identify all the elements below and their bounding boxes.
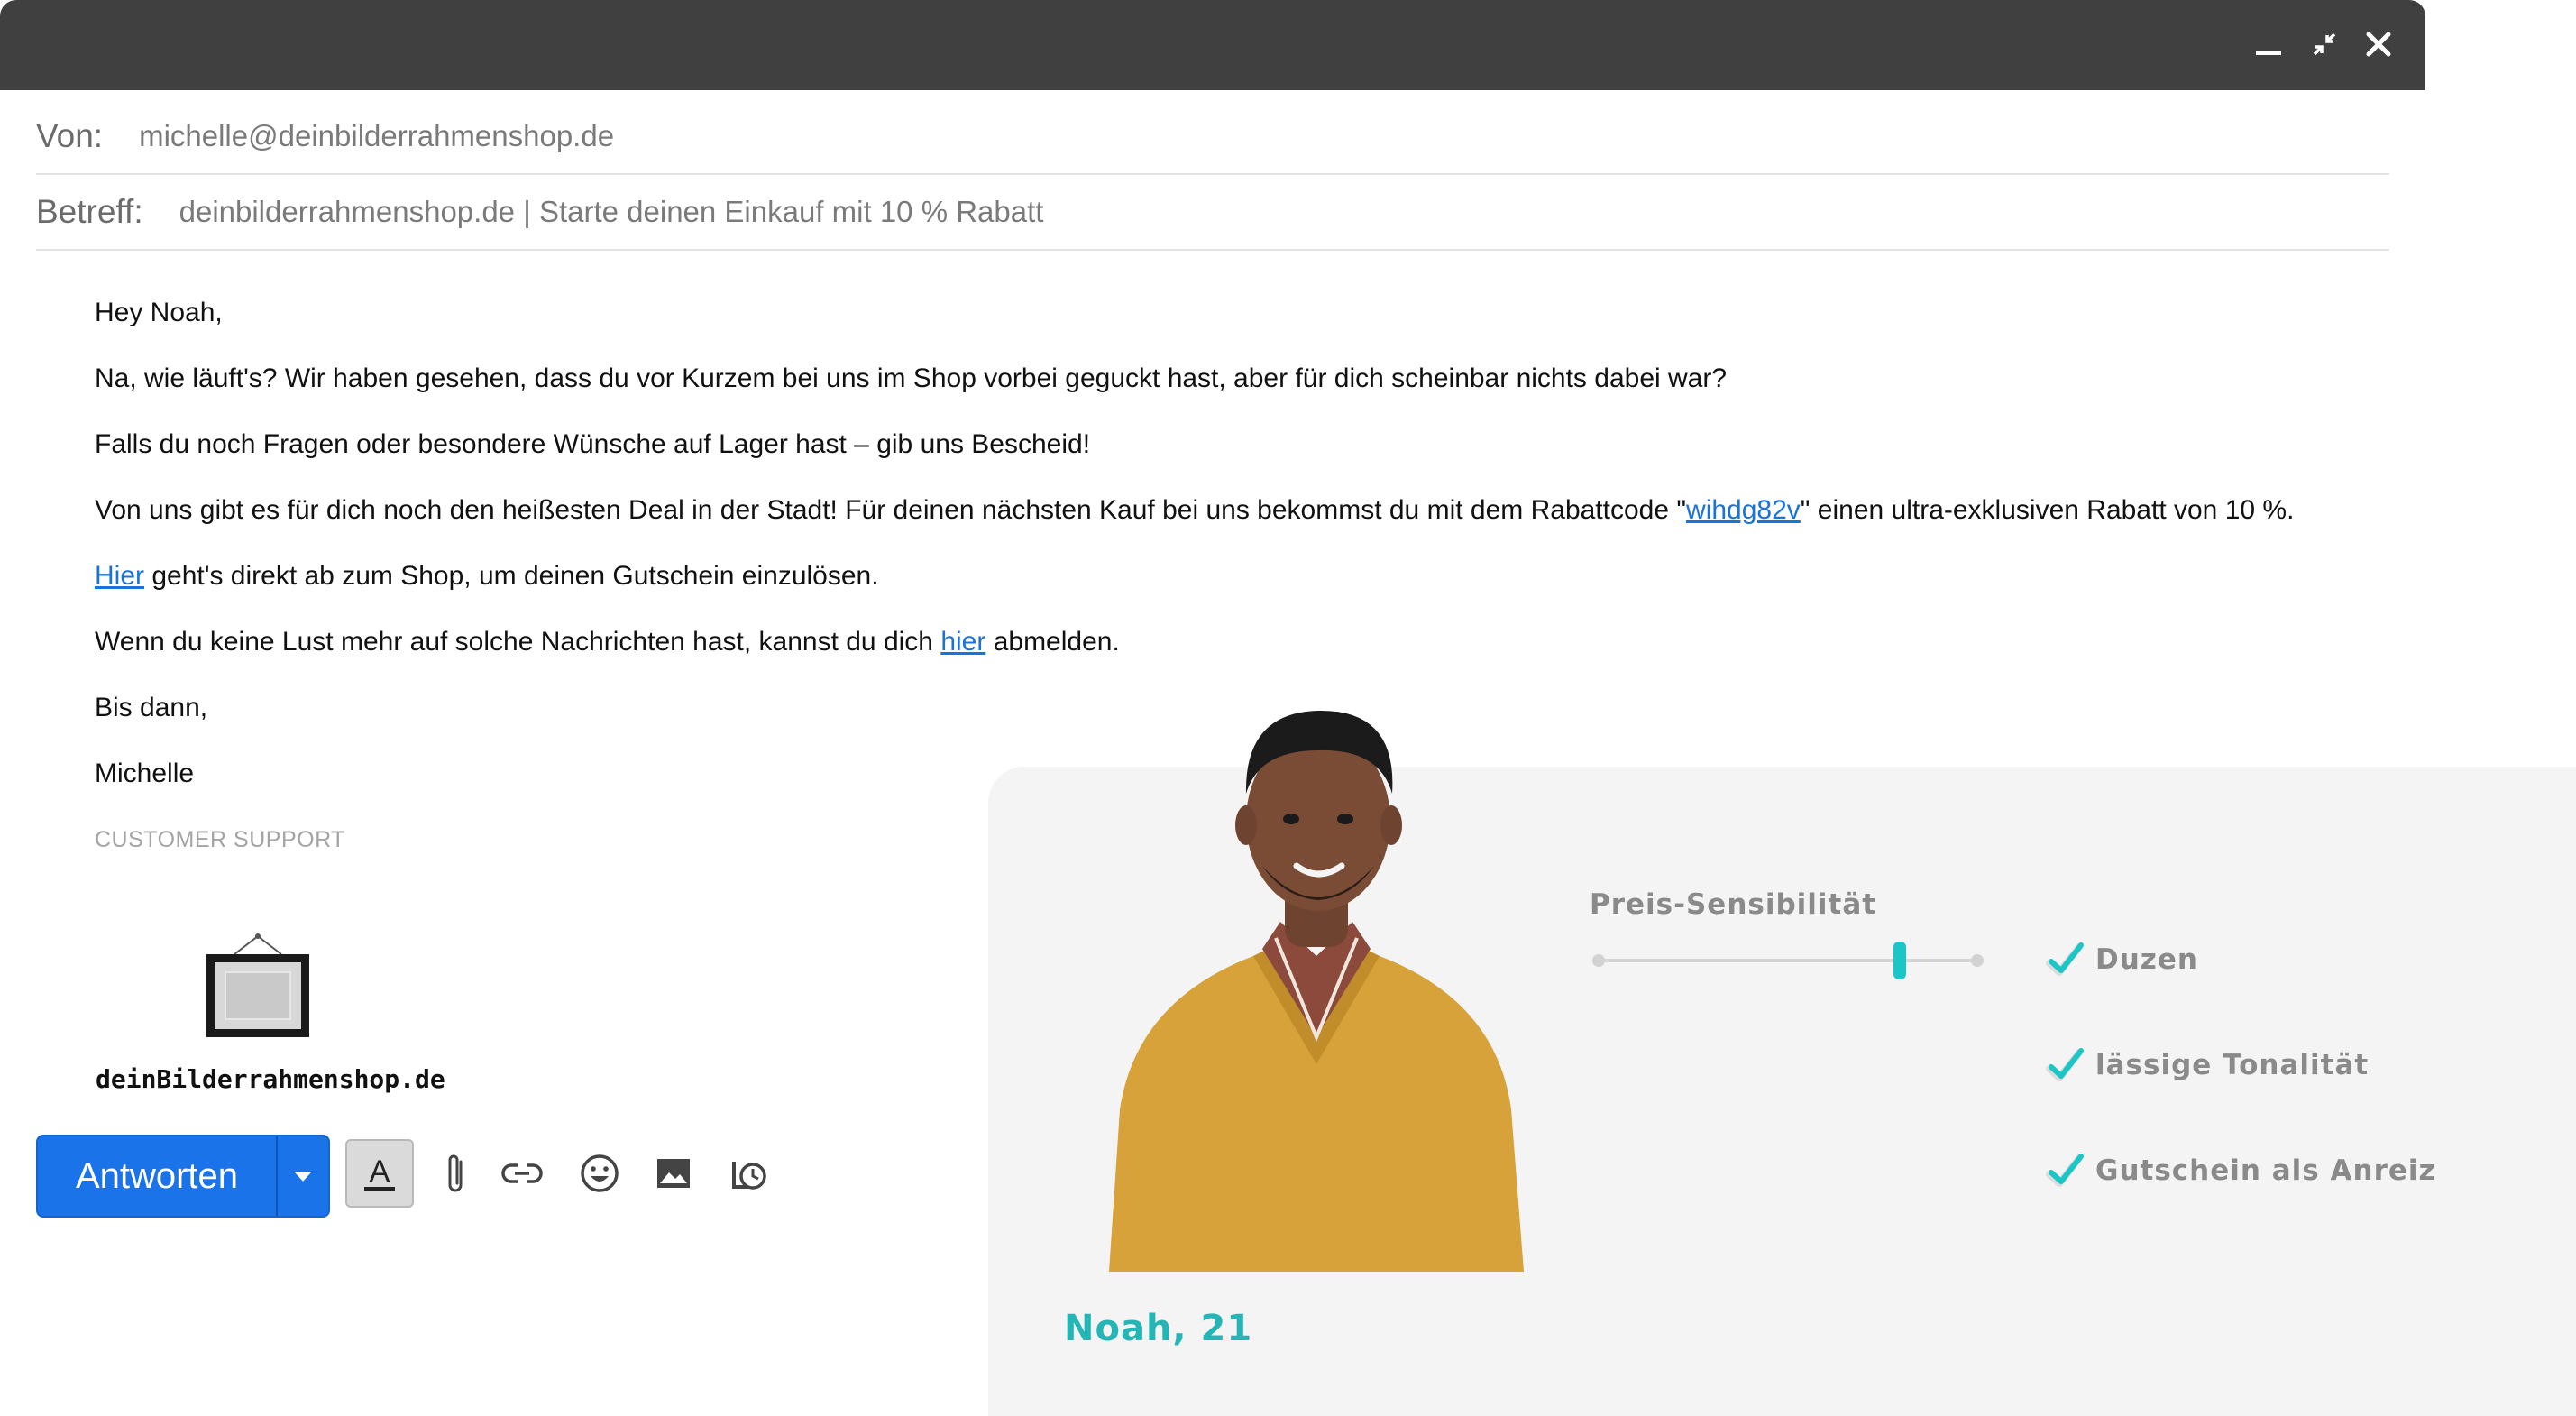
trait-item: Duzen <box>2045 938 2198 981</box>
reply-button-label[interactable]: Antworten <box>38 1136 278 1216</box>
schedule-icon[interactable] <box>713 1139 782 1208</box>
subject-label: Betreff: <box>36 193 143 230</box>
subject-row: Betreff: deinbilderrahmenshop.de | Start… <box>36 175 2389 251</box>
trait-item: Gutschein als Anreiz <box>2045 1149 2436 1192</box>
slider-start-dot <box>1592 954 1605 967</box>
trait-label: Gutschein als Anreiz <box>2095 1154 2436 1187</box>
paragraph-5: Wenn du keine Lust mehr auf solche Nachr… <box>95 625 2304 659</box>
paragraph-3-text-end: " einen ultra-exklusiven Rabatt von 10 %… <box>1800 495 2295 525</box>
from-value[interactable]: michelle@deinbilderrahmenshop.de <box>139 119 614 153</box>
reply-options-dropdown[interactable] <box>278 1136 328 1216</box>
checkmark-icon <box>2045 938 2088 981</box>
checkmark-icon <box>2045 1149 2088 1192</box>
paperclip-icon[interactable] <box>423 1139 491 1208</box>
paragraph-5-text-end: abmelden. <box>985 627 1120 657</box>
trait-label: Duzen <box>2095 943 2198 976</box>
from-label: Von: <box>36 117 104 154</box>
link-icon[interactable] <box>488 1139 556 1208</box>
svg-text:A: A <box>370 1154 390 1189</box>
paragraph-5-text: Wenn du keine Lust mehr auf solche Nachr… <box>95 627 941 657</box>
paragraph-3: Von uns gibt es für dich noch den heißes… <box>95 493 2304 528</box>
shop-link[interactable]: Hier <box>95 561 144 591</box>
greeting: Hey Noah, <box>95 298 223 327</box>
shop-logo-text: deinBilderrahmenshop.de <box>96 1064 445 1094</box>
picture-frame-logo-icon <box>204 931 312 1039</box>
emoji-icon[interactable] <box>565 1139 634 1208</box>
discount-code-link[interactable]: wihdg82v <box>1686 495 1801 525</box>
chevron-down-icon <box>294 1171 312 1182</box>
price-sensitivity-label: Preis-Sensibilität <box>1590 888 1877 921</box>
price-sensitivity-track <box>1598 959 1976 962</box>
paragraph-3-text: Von uns gibt es für dich noch den heißes… <box>95 495 1687 525</box>
close-icon[interactable] <box>2358 23 2399 65</box>
subject-value[interactable]: deinbilderrahmenshop.de | Starte deinen … <box>179 195 1044 229</box>
from-row: Von: michelle@deinbilderrahmenshop.de <box>36 99 2389 175</box>
image-icon[interactable] <box>639 1139 708 1208</box>
trait-label: lässige Tonalität <box>2095 1049 2370 1081</box>
slider-end-dot <box>1971 954 1984 967</box>
checkmark-icon <box>2045 1044 2088 1087</box>
text-format-icon[interactable]: A <box>345 1139 414 1208</box>
paragraph-1: Na, wie läuft's? Wir haben gesehen, dass… <box>95 363 1728 393</box>
paragraph-2: Falls du noch Fragen oder besondere Wüns… <box>95 429 1091 459</box>
price-sensitivity-thumb[interactable] <box>1893 942 1906 979</box>
persona-photo <box>1082 685 1551 1272</box>
paragraph-4-text: geht's direkt ab zum Shop, um deinen Gut… <box>144 561 879 591</box>
persona-name: Noah, 21 <box>1064 1308 1253 1349</box>
reply-button[interactable]: Antworten <box>36 1135 330 1218</box>
shrink-icon[interactable] <box>2304 23 2345 65</box>
unsubscribe-link[interactable]: hier <box>940 627 985 657</box>
paragraph-4: Hier geht's direkt ab zum Shop, um deine… <box>95 559 2304 593</box>
window-titlebar <box>0 0 2425 90</box>
minimize-icon[interactable] <box>2248 23 2289 65</box>
trait-item: lässige Tonalität <box>2045 1044 2369 1087</box>
